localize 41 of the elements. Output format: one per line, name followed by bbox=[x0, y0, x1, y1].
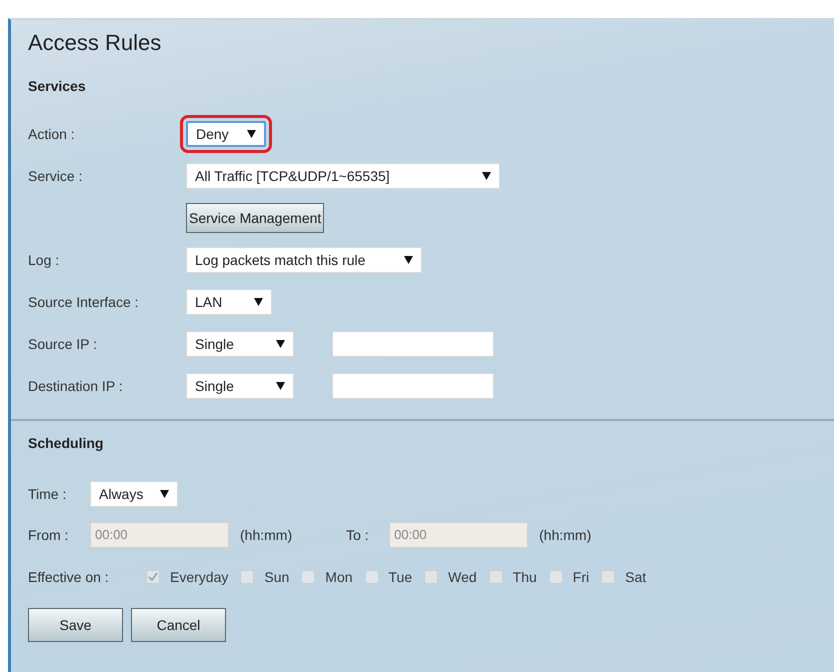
checkbox-label: Tue bbox=[388, 568, 412, 586]
unit-label: (hh:mm) bbox=[539, 526, 592, 545]
checkbox-label: Everyday bbox=[170, 568, 228, 587]
input-field[interactable] bbox=[332, 373, 494, 399]
checkbox-label: Fri bbox=[572, 568, 590, 586]
field-label: Effective on : bbox=[28, 568, 110, 586]
section-heading: Scheduling bbox=[28, 434, 104, 453]
caret-icon bbox=[482, 172, 491, 180]
caret-icon bbox=[276, 382, 285, 390]
page-title: Access Rules bbox=[28, 30, 162, 56]
save-button[interactable]: Save bbox=[28, 608, 123, 642]
dropdown[interactable]: Log packets match this rule bbox=[186, 247, 422, 273]
dropdown[interactable]: All Traffic [TCP&UDP/1~65535] bbox=[186, 163, 500, 189]
unit-label: (hh:mm) bbox=[240, 526, 292, 545]
checkbox-label: Sun bbox=[264, 568, 290, 586]
dropdown[interactable]: Always bbox=[90, 481, 178, 507]
field-label: Source Interface : bbox=[28, 292, 140, 312]
caret-icon bbox=[254, 298, 263, 306]
cancel-button[interactable]: Cancel bbox=[131, 608, 226, 642]
field-label: Source IP : bbox=[28, 334, 98, 354]
input-field[interactable] bbox=[332, 331, 494, 357]
service-management-button[interactable]: Service Management bbox=[186, 203, 324, 233]
field-label: To : bbox=[346, 526, 370, 544]
dropdown[interactable]: Single bbox=[186, 373, 294, 399]
caret-icon bbox=[247, 130, 256, 138]
field-label: Destination IP : bbox=[28, 376, 124, 396]
field-label: Time : bbox=[28, 484, 68, 504]
checkbox-label: Wed bbox=[448, 568, 477, 586]
field-label: From : bbox=[28, 526, 70, 544]
dropdown[interactable]: LAN bbox=[186, 289, 272, 315]
checkbox-label: Sat bbox=[625, 568, 646, 586]
field-label: Log : bbox=[28, 250, 60, 270]
section-heading: Services bbox=[28, 77, 87, 96]
dropdown[interactable]: Single bbox=[186, 331, 294, 357]
checkbox-label: Mon bbox=[325, 568, 353, 586]
caret-icon bbox=[404, 256, 413, 264]
caret-icon bbox=[276, 340, 285, 348]
caret-icon bbox=[160, 490, 169, 498]
checkbox-label: Thu bbox=[512, 568, 537, 586]
field-label: Action : bbox=[28, 124, 76, 144]
field-label: Service : bbox=[28, 166, 84, 186]
